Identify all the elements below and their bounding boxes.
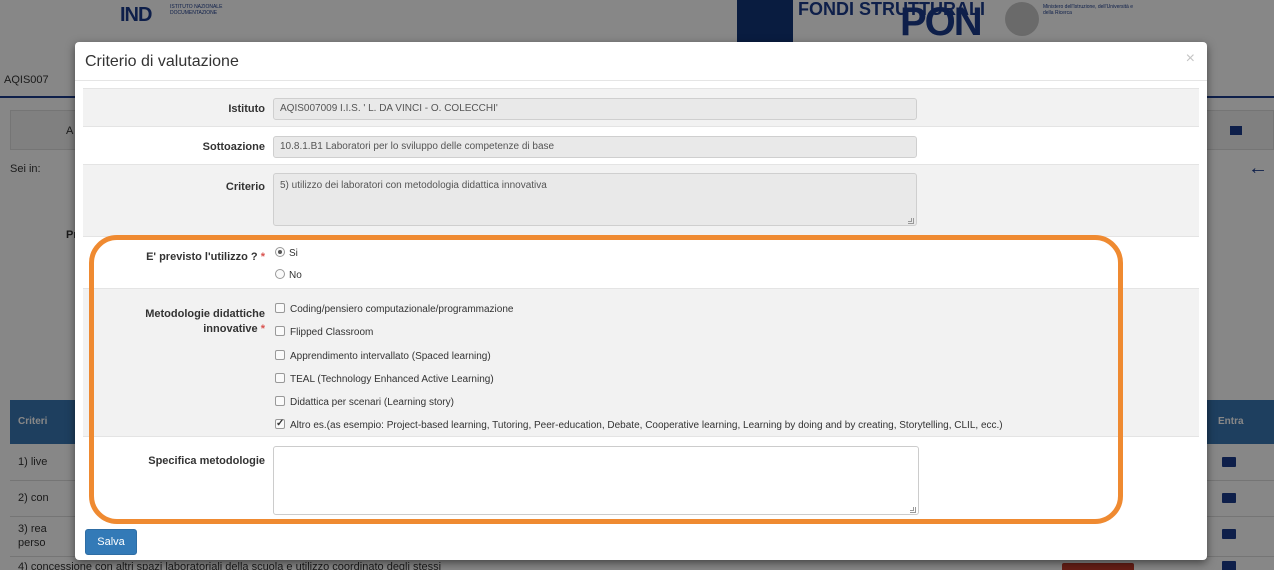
criterio-label: Criterio [225, 181, 265, 193]
istituto-row: Istituto AQIS007009 I.I.S. ' L. DA VINCI… [83, 88, 1199, 127]
modal-title: Criterio di valutazione [85, 53, 239, 70]
criterio-text: 5) utilizzo dei laboratori con metodolog… [280, 180, 547, 191]
close-icon[interactable]: × [1186, 51, 1195, 67]
annotation-highlight [89, 235, 1123, 524]
criterio-row: Criterio 5) utilizzo dei laboratori con … [83, 165, 1199, 237]
istituto-field: AQIS007009 I.I.S. ' L. DA VINCI - O. COL… [273, 98, 917, 120]
istituto-label: Istituto [228, 103, 265, 115]
modal-header: Criterio di valutazione × [75, 42, 1207, 81]
sottoazione-row: Sottoazione 10.8.1.B1 Laboratori per lo … [83, 127, 1199, 165]
sottoazione-label: Sottoazione [202, 141, 265, 153]
resize-handle-icon[interactable] [908, 218, 914, 224]
save-button[interactable]: Salva [85, 529, 137, 555]
criterio-field: 5) utilizzo dei laboratori con metodolog… [273, 173, 917, 226]
sottoazione-field: 10.8.1.B1 Laboratori per lo sviluppo del… [273, 136, 917, 158]
